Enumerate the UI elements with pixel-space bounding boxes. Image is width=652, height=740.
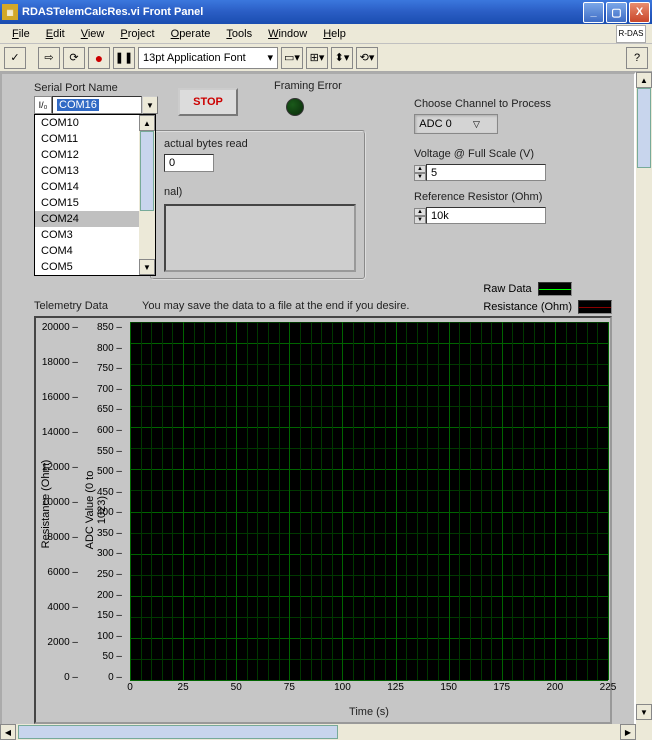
- legend-resistance-swatch[interactable]: [578, 300, 612, 314]
- dropdown-item[interactable]: COM13: [35, 163, 139, 179]
- data-textarea[interactable]: [164, 204, 356, 272]
- distribute-icon[interactable]: ⊞▾: [306, 47, 328, 69]
- framing-error-label: Framing Error: [274, 80, 342, 92]
- app-icon: ▦: [2, 4, 18, 20]
- bytes-read-value: 0: [164, 154, 214, 172]
- align-icon[interactable]: ▭▾: [281, 47, 303, 69]
- titlebar: ▦ RDASTelemCalcRes.vi Front Panel _ ▢ X: [0, 0, 652, 24]
- menu-project[interactable]: Project: [112, 26, 162, 42]
- resistor-spinner[interactable]: ▲▼: [414, 208, 426, 224]
- dropdown-item[interactable]: COM11: [35, 131, 139, 147]
- dropdown-item[interactable]: COM5: [35, 259, 139, 275]
- serial-port-combo[interactable]: COM16: [52, 96, 142, 114]
- serial-port-dropdown-list: ▲ ▼ COM10COM11COM12COM13COM14COM15COM24C…: [34, 114, 156, 276]
- bytes-read-label: actual bytes read: [164, 138, 248, 150]
- dropdown-item[interactable]: COM14: [35, 179, 139, 195]
- abort-icon[interactable]: ●: [88, 47, 110, 69]
- help-icon[interactable]: ?: [626, 47, 648, 69]
- menu-operate[interactable]: Operate: [163, 26, 219, 42]
- y2-label: ADC Value (0 to 1023): [84, 460, 108, 560]
- legend-raw-swatch[interactable]: [538, 282, 572, 296]
- menu-help[interactable]: Help: [315, 26, 354, 42]
- plot-area[interactable]: [130, 322, 608, 680]
- scroll-down-icon[interactable]: ▼: [636, 704, 652, 720]
- menubar: File Edit View Project Operate Tools Win…: [0, 24, 652, 44]
- run-icon[interactable]: ⇨: [38, 47, 60, 69]
- serial-port-dropdown-button[interactable]: ▼: [142, 96, 158, 114]
- voltage-input[interactable]: 5: [426, 164, 546, 181]
- channel-select[interactable]: ADC 0▽: [414, 114, 498, 134]
- window-title: RDASTelemCalcRes.vi Front Panel: [22, 6, 583, 18]
- telemetry-label: Telemetry Data: [34, 300, 108, 312]
- dropdown-item[interactable]: COM15: [35, 195, 139, 211]
- menu-edit[interactable]: Edit: [38, 26, 73, 42]
- toolbar: ✓ ⇨ ⟳ ● ❚❚ 13pt Application Font ▭▾ ⊞▾ ⬍…: [0, 44, 652, 72]
- y1-label: Resistance (Ohm): [40, 454, 52, 554]
- dropdown-item[interactable]: COM4: [35, 243, 139, 259]
- dropdown-item[interactable]: COM24: [35, 211, 139, 227]
- scroll-up-icon[interactable]: ▲: [139, 115, 155, 131]
- dropdown-item[interactable]: COM10: [35, 115, 139, 131]
- serial-port-label: Serial Port Name: [34, 82, 158, 94]
- menu-tools[interactable]: Tools: [218, 26, 260, 42]
- save-note: You may save the data to a file at the e…: [142, 300, 409, 312]
- close-button[interactable]: X: [629, 2, 650, 23]
- run-continuous-icon[interactable]: ⟳: [63, 47, 85, 69]
- front-panel: Serial Port Name I/₀ COM16 ▼ ▲ ▼ COM10CO…: [0, 72, 636, 732]
- menu-view[interactable]: View: [73, 26, 113, 42]
- rdas-icon[interactable]: R-DAS: [616, 25, 646, 43]
- horizontal-scrollbar[interactable]: ◀ ▶: [0, 724, 636, 740]
- telemetry-chart: 0 –2000 –4000 –6000 –8000 –10000 –12000 …: [34, 316, 612, 724]
- voltage-label: Voltage @ Full Scale (V): [414, 148, 551, 160]
- resistor-input[interactable]: 10k: [426, 207, 546, 224]
- framing-error-led: [286, 98, 304, 116]
- reorder-icon[interactable]: ⟲▾: [356, 47, 378, 69]
- legend-resistance-label: Resistance (Ohm): [483, 301, 572, 313]
- optional-label: nal): [164, 186, 182, 198]
- pause-icon[interactable]: ❚❚: [113, 47, 135, 69]
- scroll-up-icon[interactable]: ▲: [636, 72, 652, 88]
- scroll-right-icon[interactable]: ▶: [620, 724, 636, 740]
- menu-window[interactable]: Window: [260, 26, 315, 42]
- stop-button[interactable]: STOP: [178, 88, 238, 116]
- check-icon[interactable]: ✓: [4, 47, 26, 69]
- x-label: Time (s): [130, 706, 608, 718]
- bytes-panel: actual bytes read 0 nal): [150, 130, 366, 280]
- scroll-left-icon[interactable]: ◀: [0, 724, 16, 740]
- vertical-scrollbar[interactable]: ▲ ▼: [636, 72, 652, 720]
- scroll-down-icon[interactable]: ▼: [139, 259, 155, 275]
- channel-label: Choose Channel to Process: [414, 98, 551, 110]
- maximize-button[interactable]: ▢: [606, 2, 627, 23]
- resistor-label: Reference Resistor (Ohm): [414, 191, 551, 203]
- voltage-spinner[interactable]: ▲▼: [414, 165, 426, 181]
- menu-file[interactable]: File: [4, 26, 38, 42]
- resize-icon[interactable]: ⬍▾: [331, 47, 353, 69]
- minimize-button[interactable]: _: [583, 2, 604, 23]
- dropdown-item[interactable]: COM3: [35, 227, 139, 243]
- legend-raw-label: Raw Data: [483, 283, 531, 295]
- io-icon: I/₀: [34, 96, 52, 114]
- dropdown-item[interactable]: COM12: [35, 147, 139, 163]
- font-select[interactable]: 13pt Application Font: [138, 47, 278, 69]
- chart-legend: Raw Data Resistance (Ohm): [483, 280, 612, 316]
